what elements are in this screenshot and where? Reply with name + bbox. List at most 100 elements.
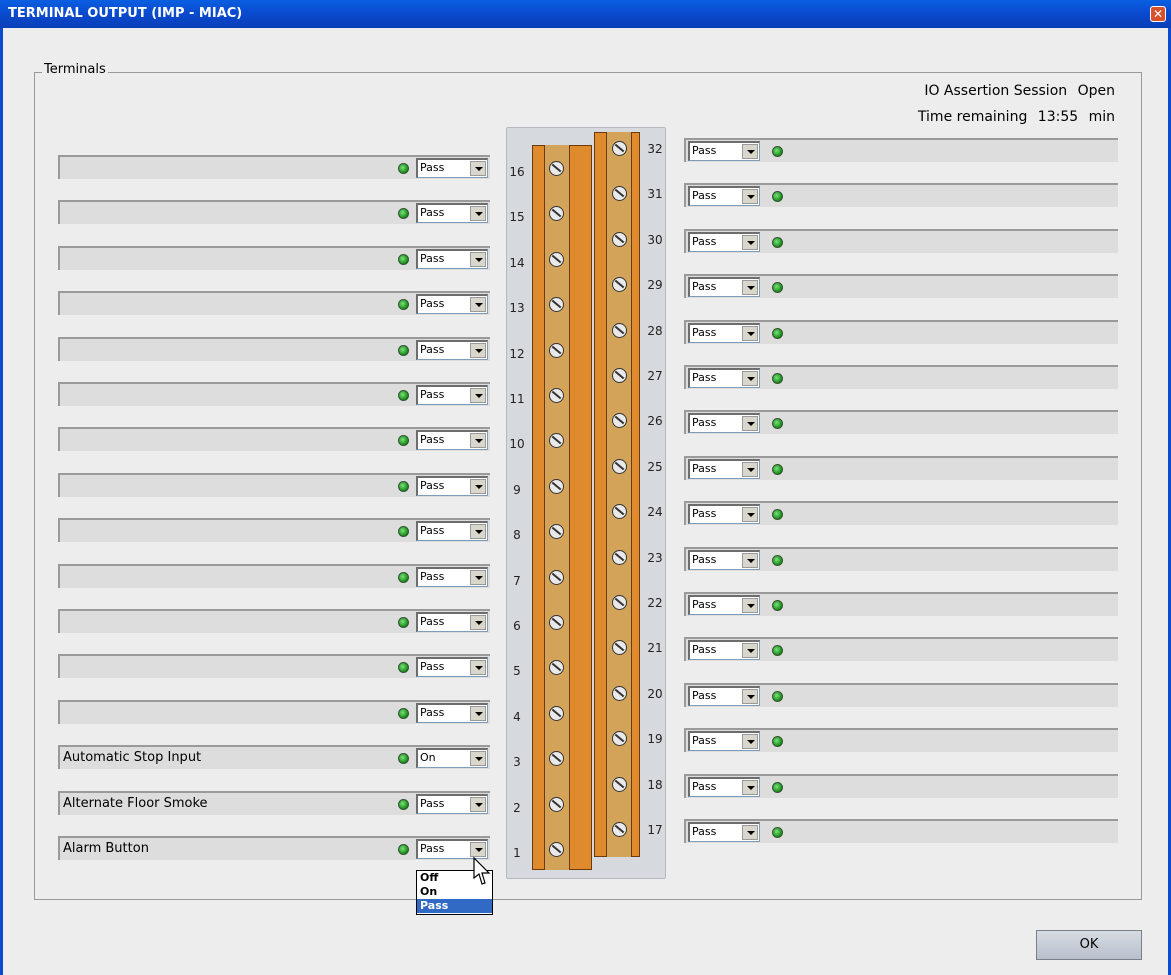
screw-icon	[612, 504, 627, 519]
ok-button[interactable]: OK	[1036, 930, 1142, 960]
chevron-down-icon[interactable]	[470, 252, 486, 267]
dropdown-option-pass[interactable]: Pass	[417, 899, 492, 913]
terminal-5-number: 5	[513, 664, 521, 678]
chevron-down-icon[interactable]	[470, 842, 486, 857]
terminal-12-mode-value: Pass	[420, 343, 445, 356]
terminal-23-mode-select[interactable]: Pass	[688, 550, 760, 570]
terminal-2-mode-select[interactable]: Pass	[416, 794, 488, 814]
terminal-9-mode-select[interactable]: Pass	[416, 476, 488, 496]
chevron-down-icon[interactable]	[742, 689, 758, 704]
chevron-down-icon[interactable]	[742, 462, 758, 477]
terminal-24-mode-select[interactable]: Pass	[688, 504, 760, 524]
chevron-down-icon[interactable]	[470, 615, 486, 630]
terminal-31-mode-select[interactable]: Pass	[688, 186, 760, 206]
chevron-down-icon[interactable]	[470, 570, 486, 585]
chevron-down-icon[interactable]	[470, 388, 486, 403]
terminal-6-mode-select[interactable]: Pass	[416, 612, 488, 632]
chevron-down-icon[interactable]	[742, 235, 758, 250]
terminal-26-mode-select[interactable]: Pass	[688, 413, 760, 433]
terminal-7-mode-select[interactable]: Pass	[416, 567, 488, 587]
chevron-down-icon[interactable]	[742, 280, 758, 295]
screw-icon	[549, 615, 564, 630]
chevron-down-icon[interactable]	[470, 206, 486, 221]
terminal-20-mode-select[interactable]: Pass	[688, 686, 760, 706]
terminal-8-mode-select[interactable]: Pass	[416, 521, 488, 541]
terminal-19-mode-select[interactable]: Pass	[688, 731, 760, 751]
screw-icon	[612, 777, 627, 792]
chevron-down-icon[interactable]	[470, 161, 486, 176]
status-led-icon	[398, 617, 409, 628]
terminal-12-mode-select[interactable]: Pass	[416, 340, 488, 360]
chevron-down-icon[interactable]	[742, 734, 758, 749]
terminal-4-mode-select[interactable]: Pass	[416, 703, 488, 723]
chevron-down-icon[interactable]	[470, 706, 486, 721]
terminal-3-mode-select[interactable]: On	[416, 748, 488, 768]
terminal-29-mode-select[interactable]: Pass	[688, 277, 760, 297]
chevron-down-icon[interactable]	[742, 598, 758, 613]
screw-icon	[549, 842, 564, 857]
terminal-23-number: 23	[647, 551, 663, 565]
terminal-27-mode-select[interactable]: Pass	[688, 368, 760, 388]
chevron-down-icon[interactable]	[742, 416, 758, 431]
chevron-down-icon[interactable]	[470, 797, 486, 812]
terminal-11-number: 11	[509, 392, 525, 406]
chevron-down-icon[interactable]	[470, 343, 486, 358]
title-bar[interactable]: TERMINAL OUTPUT (IMP - MIAC) ✕	[0, 0, 1171, 28]
screw-icon	[549, 343, 564, 358]
terminal-2-mode-value: Pass	[420, 797, 445, 810]
chevron-down-icon[interactable]	[470, 479, 486, 494]
terminal-32-mode-select[interactable]: Pass	[688, 141, 760, 161]
window-title: TERMINAL OUTPUT (IMP - MIAC)	[8, 6, 243, 21]
terminal-18-number: 18	[647, 778, 663, 792]
chevron-down-icon[interactable]	[742, 643, 758, 658]
chevron-down-icon[interactable]	[742, 144, 758, 159]
chevron-down-icon[interactable]	[470, 660, 486, 675]
terminal-22-mode-select[interactable]: Pass	[688, 595, 760, 615]
chevron-down-icon[interactable]	[470, 524, 486, 539]
status-led-icon	[772, 146, 783, 157]
terminal-16-mode-select[interactable]: Pass	[416, 158, 488, 178]
terminal-13-mode-select[interactable]: Pass	[416, 294, 488, 314]
terminal-22-mode-value: Pass	[692, 598, 717, 611]
chevron-down-icon[interactable]	[742, 371, 758, 386]
terminal-17-number: 17	[647, 823, 663, 837]
terminal-21-number: 21	[647, 641, 663, 655]
chevron-down-icon[interactable]	[742, 553, 758, 568]
terminal-5-mode-select[interactable]: Pass	[416, 657, 488, 677]
terminal-14-mode-select[interactable]: Pass	[416, 249, 488, 269]
chevron-down-icon[interactable]	[742, 780, 758, 795]
terminal-15-mode-select[interactable]: Pass	[416, 203, 488, 223]
screw-icon	[549, 660, 564, 675]
terminal-10-mode-value: Pass	[420, 433, 445, 446]
screw-icon	[612, 640, 627, 655]
status-led-icon	[772, 827, 783, 838]
chevron-down-icon[interactable]	[742, 189, 758, 204]
chevron-down-icon[interactable]	[470, 751, 486, 766]
terminal-5-mode-value: Pass	[420, 660, 445, 673]
terminal-16-number: 16	[509, 165, 525, 179]
chevron-down-icon[interactable]	[470, 297, 486, 312]
terminal-25-mode-select[interactable]: Pass	[688, 459, 760, 479]
terminal-32-mode-value: Pass	[692, 144, 717, 157]
chevron-down-icon[interactable]	[742, 326, 758, 341]
screw-icon	[612, 232, 627, 247]
terminal-18-mode-select[interactable]: Pass	[688, 777, 760, 797]
terminal-17-mode-select[interactable]: Pass	[688, 822, 760, 842]
chevron-down-icon[interactable]	[742, 507, 758, 522]
terminal-28-mode-select[interactable]: Pass	[688, 323, 760, 343]
terminal-32-number: 32	[647, 142, 663, 156]
screw-icon	[549, 161, 564, 176]
status-led-icon	[772, 373, 783, 384]
close-icon[interactable]: ✕	[1150, 6, 1166, 22]
status-led-icon	[772, 328, 783, 339]
terminal-10-mode-select[interactable]: Pass	[416, 430, 488, 450]
terminal-9-mode-value: Pass	[420, 479, 445, 492]
screw-icon	[612, 595, 627, 610]
terminal-21-mode-select[interactable]: Pass	[688, 640, 760, 660]
screw-icon	[549, 252, 564, 267]
chevron-down-icon[interactable]	[742, 825, 758, 840]
terminal-26-number: 26	[647, 414, 663, 428]
chevron-down-icon[interactable]	[470, 433, 486, 448]
terminal-30-mode-select[interactable]: Pass	[688, 232, 760, 252]
terminal-11-mode-select[interactable]: Pass	[416, 385, 488, 405]
